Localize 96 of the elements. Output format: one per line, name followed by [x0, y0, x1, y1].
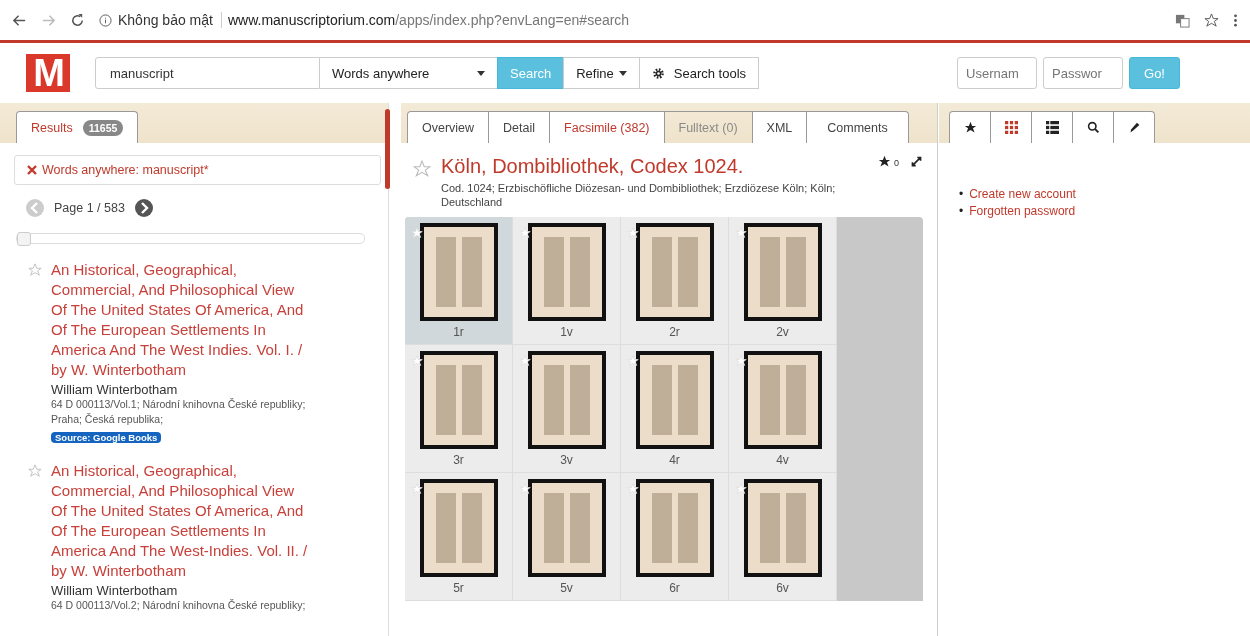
refine-button[interactable]: Refine — [563, 57, 640, 89]
page-thumbnail-cell[interactable]: 5r — [405, 473, 513, 601]
security-label: Không bảo mật — [118, 12, 222, 28]
star-icon[interactable] — [411, 355, 423, 367]
star-icon[interactable] — [28, 464, 42, 478]
star-icon[interactable] — [735, 483, 747, 495]
star-icon[interactable] — [411, 227, 423, 239]
page-thumbnail-cell[interactable]: 1v — [513, 217, 621, 345]
grid-tab[interactable] — [990, 111, 1032, 143]
page-thumbnail-cell[interactable]: 4r — [621, 345, 729, 473]
username-input[interactable]: Usernam — [957, 57, 1038, 89]
password-input[interactable]: Passwor — [1043, 57, 1124, 89]
star-icon[interactable] — [411, 483, 423, 495]
search-input[interactable]: manuscript — [95, 57, 320, 89]
bookmark-star-icon[interactable] — [1204, 12, 1219, 28]
page-label: 5r — [453, 581, 464, 595]
active-filter[interactable]: Words anywhere: manuscript* — [14, 155, 381, 185]
page-thumbnail-cell[interactable]: 4v — [729, 345, 837, 473]
record-subtitle: Cod. 1024; Erzbischöfliche Diözesan- und Dombibliothek; Erzdiözese Köln; Köln; Deutschland — [441, 181, 837, 209]
rating-star-icon[interactable] — [878, 155, 891, 168]
result-details: 64 D 000113/Vol.1; Národní knihovna České republiky; — [51, 397, 307, 412]
reload-icon[interactable] — [70, 12, 85, 28]
star-icon[interactable] — [735, 355, 747, 367]
page-label: 2r — [669, 325, 680, 339]
star-icon[interactable] — [519, 227, 531, 239]
result-title-link[interactable]: An Historical, Geographical, Commercial, And Philosophical View Of The United States Of America, And Of The European Settlements In America And The West Indies. Vol. I. / by W. Winterbotham — [51, 260, 313, 380]
page-indicator: Page 1 / 583 — [54, 201, 125, 215]
star-icon[interactable] — [519, 355, 531, 367]
address-bar[interactable]: Không bảo mật www.manuscriptorium.com/apps/index.php?envLang=en#search — [99, 12, 630, 28]
star-icon[interactable] — [413, 160, 431, 178]
translate-icon[interactable] — [1175, 12, 1190, 28]
search-tab[interactable] — [1072, 111, 1114, 143]
star-icon[interactable] — [735, 227, 747, 239]
page-thumbnail-cell[interactable]: 2r — [621, 217, 729, 345]
page-label: 6r — [669, 581, 680, 595]
record-title: Köln, Dombibliothek, Codex 1024. — [441, 155, 745, 178]
search-icon — [1086, 121, 1100, 134]
page-thumbnail-cell[interactable]: 3v — [513, 345, 621, 473]
caret-icon — [618, 70, 627, 76]
result-author: William Winterbotham — [51, 583, 179, 598]
bullet: • — [959, 187, 964, 201]
menu-icon[interactable] — [1233, 12, 1238, 28]
page-thumbnail-cell[interactable]: 2v — [729, 217, 837, 345]
account-link[interactable]: Forgotten password — [969, 204, 1076, 218]
result-details: Praha; Česká republika; — [51, 412, 165, 427]
page-thumbnail-cell[interactable]: 6r — [621, 473, 729, 601]
record-tab[interactable]: Detail — [488, 111, 551, 143]
page-label: 2v — [776, 325, 789, 339]
record-tab[interactable]: XML — [751, 111, 808, 143]
page-label: 1r — [453, 325, 464, 339]
page-thumbnail-cell[interactable]: 3r — [405, 345, 513, 473]
account-link[interactable]: Create new account — [969, 187, 1076, 201]
remove-icon[interactable] — [27, 165, 37, 175]
star-icon[interactable] — [627, 227, 639, 239]
results-count: 11655 — [82, 119, 124, 136]
record-tab[interactable]: Overview — [407, 111, 490, 143]
page-thumbnail-cell[interactable]: 5v — [513, 473, 621, 601]
result-author: William Winterbotham — [51, 382, 179, 397]
page-thumbnail-cell[interactable]: 6v — [729, 473, 837, 601]
scrollbar-thumb[interactable] — [385, 109, 390, 189]
page-thumbnail-cell[interactable]: 1r — [405, 217, 513, 345]
star-icon[interactable] — [627, 355, 639, 367]
list-icon — [1045, 121, 1059, 134]
star-icon — [963, 121, 977, 134]
page-label: 4v — [776, 453, 789, 467]
star-icon[interactable] — [28, 263, 42, 277]
page-slider[interactable] — [16, 233, 365, 244]
site-logo[interactable]: M — [26, 54, 70, 92]
next-page-icon[interactable] — [134, 199, 153, 217]
page-label: 4r — [669, 453, 680, 467]
page-label: 6v — [776, 581, 789, 595]
star-icon[interactable] — [627, 483, 639, 495]
record-tab[interactable]: Facsimile (382) — [549, 111, 665, 143]
info-icon — [99, 13, 112, 27]
page-label: 3v — [560, 453, 573, 467]
page-label: 5v — [560, 581, 573, 595]
slider-handle[interactable] — [17, 232, 31, 246]
page-label: 3r — [453, 453, 464, 467]
caret-icon — [477, 70, 485, 76]
rating-count: 0 — [894, 158, 899, 168]
search-tools-button[interactable]: Search tools — [638, 57, 760, 89]
url-text: www.manuscriptorium.com/apps/index.php?envLang=en#search — [227, 12, 630, 28]
filter-text: Words anywhere: manuscript* — [42, 163, 209, 177]
results-tab[interactable]: Results 11655 — [16, 111, 139, 143]
result-title-link[interactable]: An Historical, Geographical, Commercial, And Philosophical View Of The United States Of America, And Of The European Settlements In America And The West-Indies. Vol. II. / by W. Winterbotham — [51, 461, 313, 581]
gear-icon — [651, 66, 665, 80]
record-tab[interactable]: Comments — [806, 111, 909, 143]
grid-icon — [1004, 121, 1018, 134]
star-icon[interactable] — [519, 483, 531, 495]
result-details: 64 D 000113/Vol.2; Národní knihovna České republiky; — [51, 598, 307, 613]
bullet: • — [959, 204, 964, 218]
page-label: 1v — [560, 325, 573, 339]
source-label: Source: Google Books — [51, 432, 162, 443]
list-tab[interactable] — [1031, 111, 1073, 143]
expand-icon[interactable] — [910, 155, 923, 168]
star-tab[interactable] — [949, 111, 991, 143]
